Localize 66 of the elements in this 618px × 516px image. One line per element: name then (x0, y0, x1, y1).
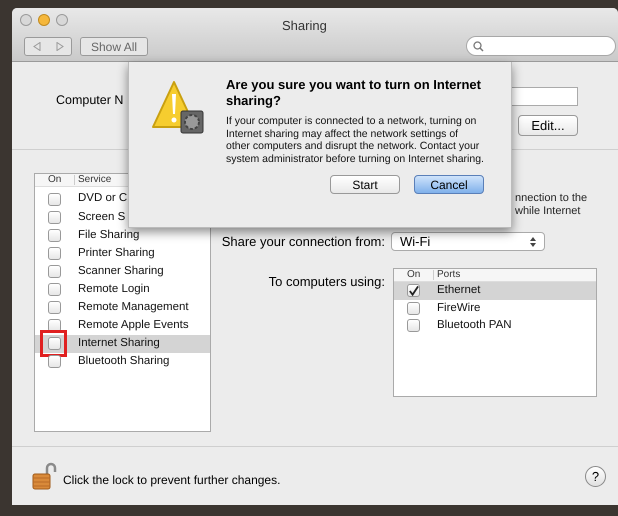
list-item-label: Screen S (77, 210, 126, 225)
list-item-label: File Sharing (77, 228, 140, 243)
share-from-popup[interactable]: Wi-Fi (391, 232, 545, 252)
list-item-label: Remote Login (77, 282, 150, 297)
list-row[interactable]: Remote Management (35, 298, 210, 317)
checkbox[interactable] (48, 337, 61, 350)
checkbox[interactable] (407, 284, 420, 298)
default-button[interactable]: Cancel (414, 175, 484, 194)
checkbox[interactable] (48, 283, 61, 296)
computer-name-label: Computer N (56, 92, 124, 109)
dialog-message: If your computer is connected to a network, turning on Internet sharing may affect the network settings of other computers and disrupt the network. Contact your system administrator before turning on Internet sharing. (226, 115, 484, 165)
list-item-label: Scanner Sharing (77, 264, 164, 279)
list-item-label: Remote Management (77, 300, 189, 315)
zoom-button[interactable] (56, 14, 68, 26)
checkbox[interactable] (48, 355, 61, 368)
list-row[interactable]: Bluetooth Sharing (35, 352, 210, 371)
share-from-label: Share your connection from: (220, 233, 386, 251)
description-text: while Internet (515, 205, 582, 218)
checkbox[interactable] (48, 246, 61, 260)
checkbox[interactable] (48, 228, 61, 242)
list-row[interactable]: Remote Login (35, 280, 210, 299)
list-row[interactable]: Printer Sharing (35, 244, 210, 262)
checkbox[interactable] (407, 319, 420, 332)
list-item-label: Remote Apple Events (77, 318, 189, 334)
search-field[interactable] (466, 36, 616, 56)
column-header[interactable]: On (394, 270, 434, 280)
minimize-button[interactable] (38, 14, 50, 26)
list-item-label: DVD or C (77, 191, 128, 206)
description-text: nnection to the (515, 192, 588, 205)
close-button[interactable] (20, 14, 32, 26)
help-button[interactable]: ? (585, 466, 606, 486)
dialog-title: Are you sure you want to turn on Internet sharing? (226, 77, 482, 109)
checkbox[interactable] (48, 301, 61, 314)
checkbox[interactable] (48, 264, 61, 278)
checkbox[interactable] (48, 192, 61, 206)
dialog-button[interactable]: Start (330, 175, 400, 194)
list-row[interactable]: Remote Apple Events (35, 316, 210, 335)
unlocked-padlock-icon[interactable] (32, 462, 58, 490)
list-row[interactable]: Screen S (35, 208, 210, 226)
column-header[interactable]: Service (75, 175, 112, 185)
list-row[interactable]: FireWire (394, 300, 596, 317)
list-row[interactable]: File Sharing (35, 226, 210, 244)
column-header[interactable]: Ports (434, 270, 460, 280)
list-item-label: FireWire (436, 300, 480, 316)
search-icon (473, 40, 484, 52)
checkbox[interactable] (48, 210, 61, 224)
list-row[interactable]: Bluetooth PAN (394, 317, 596, 334)
list-item-label: Printer Sharing (77, 246, 155, 261)
updown-arrows-icon (530, 236, 536, 247)
list-item-label: Ethernet (436, 283, 480, 298)
edit-button[interactable]: Edit... (518, 115, 578, 136)
list-item-label: Bluetooth Sharing (77, 354, 170, 370)
list-row[interactable]: DVD or C (35, 190, 210, 208)
column-header[interactable]: On (35, 175, 75, 185)
list-row[interactable]: Scanner Sharing (35, 262, 210, 280)
warning-icon (152, 80, 206, 136)
list-item-label: Internet Sharing (77, 336, 160, 352)
show-all-button[interactable]: Show All (80, 37, 148, 56)
to-computers-label: To computers using: (268, 273, 386, 291)
back-forward-buttons[interactable] (24, 37, 72, 56)
popup-value: Wi-Fi (400, 233, 430, 251)
window-title: Sharing (282, 17, 327, 35)
checkbox[interactable] (407, 302, 420, 315)
list-row[interactable]: Ethernet (394, 282, 596, 300)
list-item-label: Bluetooth PAN (436, 318, 512, 334)
lock-text: Click the lock to prevent further changes. (63, 472, 280, 489)
